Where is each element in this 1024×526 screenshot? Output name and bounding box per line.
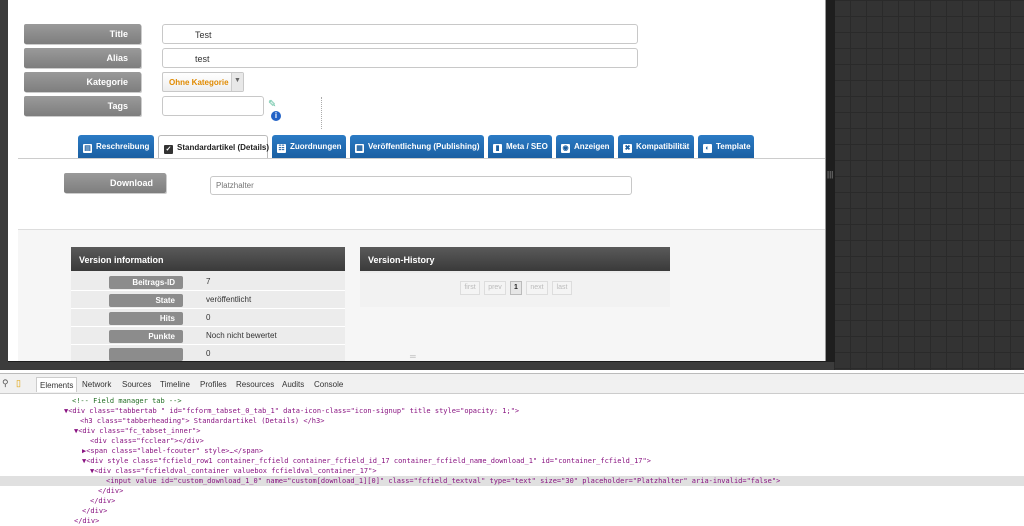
- vertical-resize-handle[interactable]: |||: [827, 170, 833, 180]
- tab-zuordnungen[interactable]: ☷ Zuordnungen: [272, 135, 346, 159]
- devtools-tab-sources[interactable]: Sources: [122, 380, 151, 389]
- pager-next-button[interactable]: next: [526, 281, 548, 295]
- tab-label: Zuordnungen: [290, 142, 342, 151]
- tab-label: Anzeigen: [574, 142, 610, 151]
- pager-first-button[interactable]: first: [460, 281, 480, 295]
- horizontal-resize-handle[interactable]: ═: [410, 352, 416, 361]
- version-row-key: [109, 348, 183, 361]
- eye-icon: ◉: [561, 144, 570, 153]
- version-area: Version information Beitrags-ID 7 State …: [18, 230, 825, 361]
- palette-icon: ◐: [703, 144, 712, 153]
- dom-line-selected[interactable]: <input value id="custom_download_1_0" na…: [0, 476, 1024, 486]
- alias-input[interactable]: test: [162, 48, 638, 68]
- device-mode-icon[interactable]: ▯: [16, 378, 21, 389]
- tab-veroeffentlichung[interactable]: ▦ Veröffentlichung (Publishing): [350, 135, 484, 159]
- chevron-down-icon[interactable]: ▼: [231, 73, 243, 91]
- pager-last-button[interactable]: last: [552, 281, 572, 295]
- version-row-key: Punkte: [109, 330, 183, 343]
- version-row-key: Beitrags-ID: [109, 276, 183, 289]
- dom-line[interactable]: <h3 class="tabberheading"> Standardartik…: [0, 416, 1024, 426]
- devtools-tab-console[interactable]: Console: [314, 380, 343, 389]
- dom-line[interactable]: </div>: [0, 486, 1024, 496]
- tab-kompatibilitaet[interactable]: ✖ Kompatibilität: [618, 135, 694, 159]
- dom-line[interactable]: ▼<div class="fcfieldval_container valueb…: [0, 466, 1024, 476]
- version-row-value: 7: [206, 277, 211, 286]
- tab-panel-details: Download: [18, 158, 825, 230]
- version-row-value: Noch nicht bewertet: [206, 331, 277, 340]
- tab-template[interactable]: ◐ Template: [698, 135, 754, 159]
- version-information-title: Version information: [71, 247, 345, 271]
- info-icon[interactable]: i: [271, 111, 281, 121]
- dom-line[interactable]: </div>: [0, 516, 1024, 526]
- devtools-tab-elements[interactable]: Elements: [36, 377, 78, 392]
- bookmark-icon: ▮: [493, 144, 502, 153]
- dom-line[interactable]: </div>: [0, 506, 1024, 516]
- dom-line[interactable]: <div class="fcclear"></div>: [0, 436, 1024, 446]
- dom-line[interactable]: ▼<div class="fc_tabset_inner">: [0, 426, 1024, 436]
- devtools-tab-profiles[interactable]: Profiles: [200, 380, 227, 389]
- pager-prev-button[interactable]: prev: [484, 281, 506, 295]
- alias-label: Alias: [24, 48, 141, 68]
- version-history-pager: first prev 1 next last: [360, 273, 670, 307]
- tab-standardartikel-details[interactable]: ✓ Standardartikel (Details): [158, 135, 270, 159]
- edit-form-page: Title Test Alias test Kategorie Ohne Kat…: [8, 0, 826, 361]
- version-row-value: veröffentlicht: [206, 295, 252, 304]
- version-row: Hits 0: [71, 309, 345, 327]
- tab-meta-seo[interactable]: ▮ Meta / SEO: [488, 135, 552, 159]
- tab-label: Veröffentlichung (Publishing): [368, 142, 480, 151]
- version-history-box: Version-History first prev 1 next last: [360, 247, 670, 307]
- title-label: Title: [24, 24, 141, 44]
- version-row: Punkte Noch nicht bewertet: [71, 327, 345, 345]
- clipboard-icon: ✓: [164, 145, 173, 154]
- tags-label: Tags: [24, 96, 141, 116]
- category-select[interactable]: Ohne Kategorie ▼: [162, 72, 244, 92]
- tab-anzeigen[interactable]: ◉ Anzeigen: [556, 135, 614, 159]
- download-input[interactable]: [210, 176, 632, 195]
- sitemap-icon: ☷: [277, 144, 286, 153]
- version-row-key: State: [109, 294, 183, 307]
- devtools-panel: ⚲ ▯ Elements Network Sources Timeline Pr…: [0, 373, 1024, 526]
- tab-label: Template: [716, 142, 751, 151]
- dom-line[interactable]: </div>: [0, 496, 1024, 506]
- calendar-icon: ▦: [355, 144, 364, 153]
- version-row: State veröffentlicht: [71, 291, 345, 309]
- category-select-value: Ohne Kategorie: [169, 78, 229, 87]
- tab-reschreibung[interactable]: ▤ Reschreibung: [78, 135, 154, 159]
- browser-viewport: Title Test Alias test Kategorie Ohne Kat…: [0, 0, 1024, 370]
- dom-line[interactable]: <!-- Field manager tab -->: [0, 396, 1024, 406]
- version-row-key: Hits: [109, 312, 183, 325]
- tab-label: Standardartikel (Details): [177, 143, 270, 152]
- document-icon: ▤: [83, 144, 92, 153]
- puzzle-icon: ✖: [623, 144, 632, 153]
- version-row: Beitrags-ID 7: [71, 273, 345, 291]
- tab-label: Meta / SEO: [506, 142, 548, 151]
- dom-line[interactable]: ▼<div style class="fcfield_row1 containe…: [0, 456, 1024, 466]
- tab-label: Reschreibung: [96, 142, 150, 151]
- download-label: Download: [64, 173, 166, 193]
- devtools-tab-timeline[interactable]: Timeline: [160, 380, 190, 389]
- tab-label: Kompatibilität: [636, 142, 690, 151]
- search-icon[interactable]: ⚲: [2, 378, 9, 389]
- devtools-tab-network[interactable]: Network: [82, 380, 111, 389]
- dom-line[interactable]: ▼<div class="tabbertab " id="fcform_tabs…: [0, 406, 1024, 416]
- tag-add-icon[interactable]: ✎: [268, 99, 276, 110]
- version-row-value: 0: [206, 313, 211, 322]
- category-label: Kategorie: [24, 72, 141, 92]
- tags-input[interactable]: [162, 96, 264, 116]
- devtools-tab-resources[interactable]: Resources: [236, 380, 274, 389]
- version-row: 0: [71, 345, 345, 361]
- devtools-tab-audits[interactable]: Audits: [282, 380, 304, 389]
- dom-line[interactable]: ▶<span class="label-fcouter" style>…</sp…: [0, 446, 1024, 456]
- version-history-title: Version-History: [360, 247, 670, 271]
- title-input[interactable]: Test: [162, 24, 638, 44]
- tags-icons: ✎i: [268, 99, 281, 121]
- canvas-grid-background: [834, 0, 1024, 370]
- version-information-box: Version information Beitrags-ID 7 State …: [71, 247, 345, 361]
- dotted-divider: [321, 97, 322, 129]
- devtools-toolbar: ⚲ ▯ Elements Network Sources Timeline Pr…: [0, 374, 1024, 394]
- version-row-value: 0: [206, 349, 211, 358]
- pager-page-1[interactable]: 1: [510, 281, 522, 295]
